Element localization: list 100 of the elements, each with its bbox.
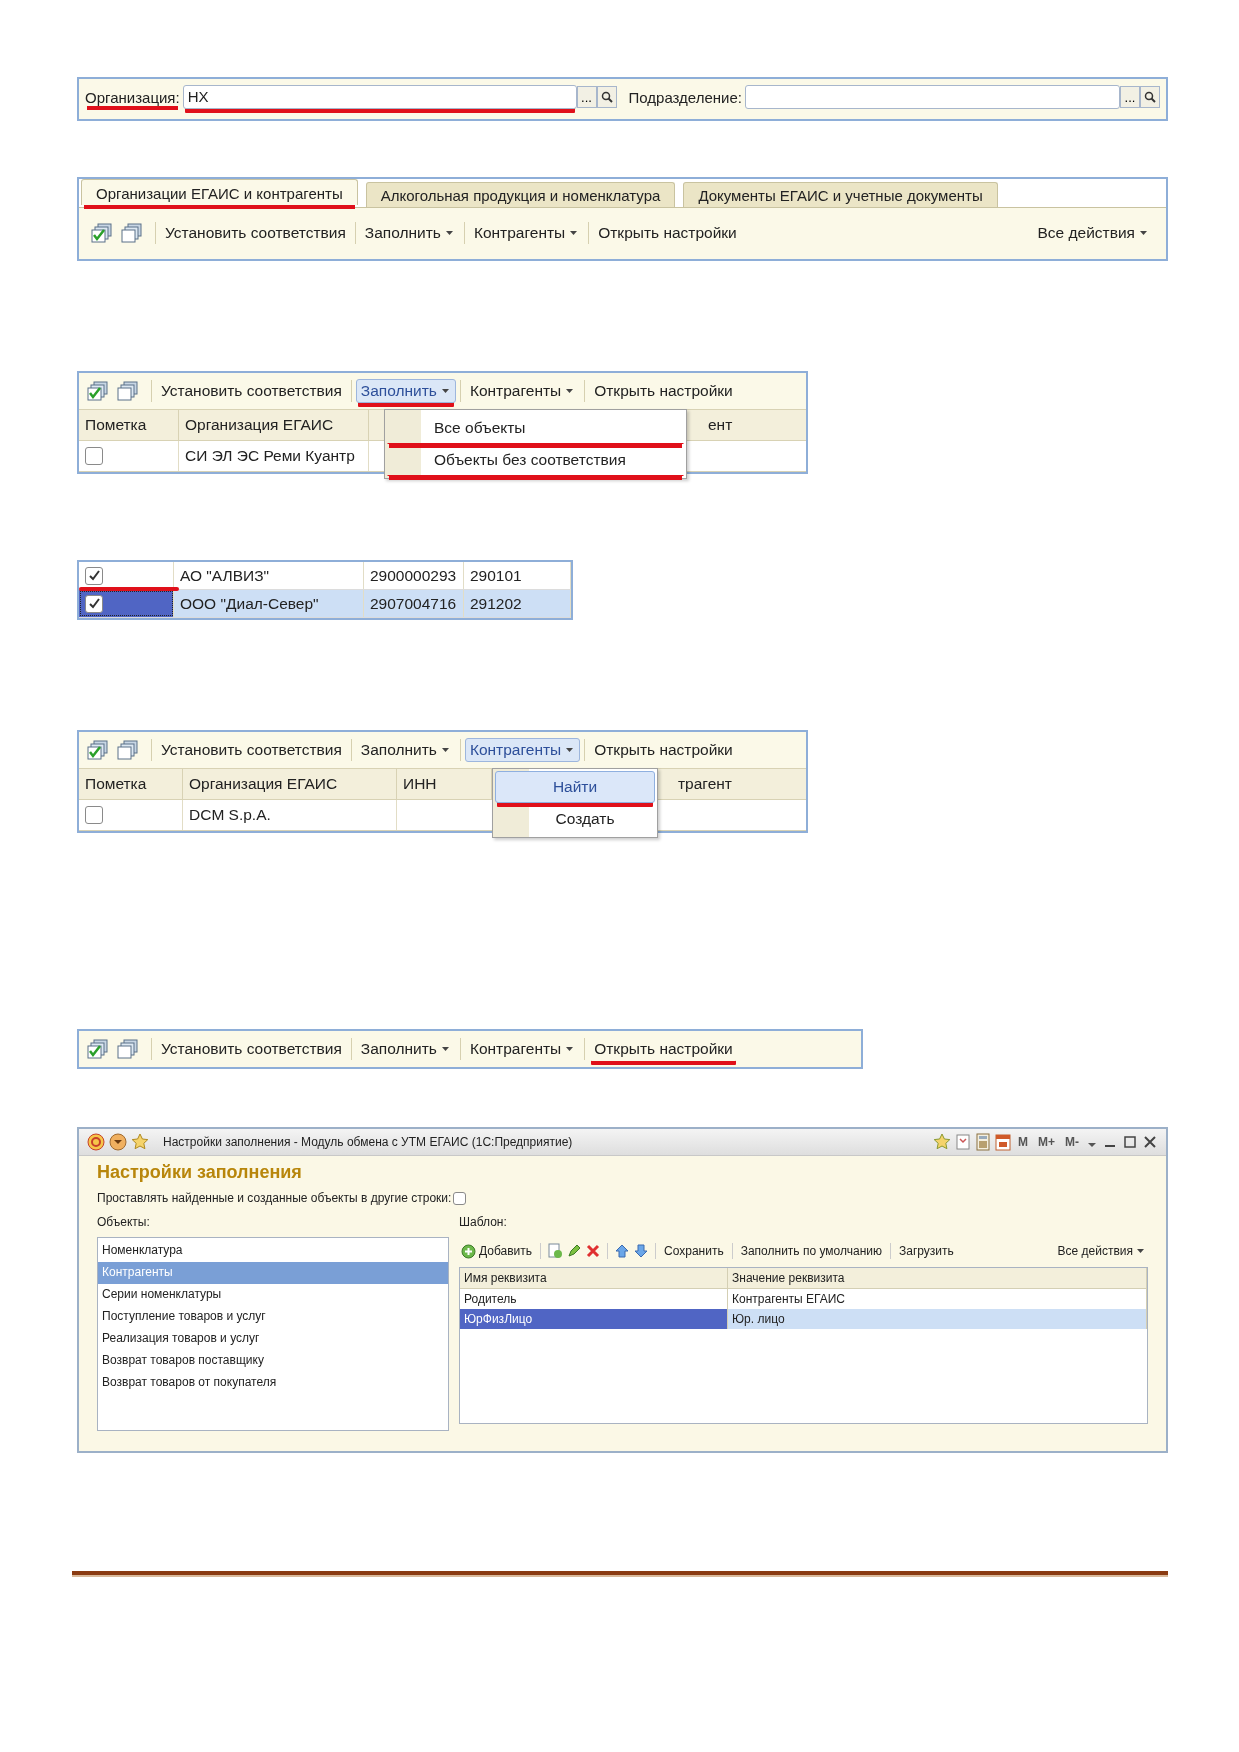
checkmark-stack-icon[interactable]	[87, 381, 109, 401]
column-header[interactable]: Организация ЕГАИС	[183, 769, 397, 799]
toolbar-button[interactable]: Заполнить	[355, 738, 456, 762]
column-header[interactable]: Значение реквизита	[728, 1268, 1147, 1288]
copy-stack-icon[interactable]	[117, 381, 139, 401]
caret-icon	[569, 229, 580, 237]
search-icon	[1144, 91, 1156, 103]
app-logo-icon[interactable]	[87, 1133, 105, 1151]
calendar-icon[interactable]	[995, 1133, 1011, 1151]
list-item[interactable]: Номенклатура	[98, 1240, 448, 1262]
calculator-icon[interactable]	[975, 1133, 991, 1151]
bookmark-icon[interactable]	[955, 1133, 971, 1151]
search-button[interactable]	[596, 86, 617, 108]
column-header[interactable]: Пометка	[79, 769, 183, 799]
table-row[interactable]: ООО "Диал-Север" 2907004716 291202	[79, 590, 571, 618]
column-header[interactable]: Имя реквизита	[460, 1268, 728, 1288]
checkbox[interactable]	[85, 566, 103, 585]
all-actions-button[interactable]: Все действия	[1055, 1244, 1148, 1258]
copy-stack-icon[interactable]	[117, 1039, 139, 1059]
toolbar-button[interactable]: Сохранить	[662, 1244, 726, 1258]
checkbox[interactable]	[85, 594, 103, 613]
toolbar-button[interactable]: Загрузить	[896, 1244, 956, 1258]
list-item[interactable]: Возврат товаров от покупателя	[98, 1372, 448, 1394]
table-cell: DCM S.p.A.	[183, 800, 397, 830]
delete-icon[interactable]	[585, 1243, 602, 1259]
table-cell: 2900000293	[364, 562, 464, 589]
down-arrow-icon[interactable]	[633, 1243, 650, 1259]
checkbox[interactable]	[453, 1191, 467, 1205]
table-cell: 290101	[464, 562, 571, 589]
tab[interactable]: Алкогольная продукция и номенклатура	[365, 182, 676, 207]
up-arrow-icon[interactable]	[614, 1243, 631, 1259]
toolbar-button[interactable]: Установить соответствия	[156, 738, 347, 762]
toolbar-button[interactable]: Контрагенты	[464, 1037, 581, 1061]
toolbar-button[interactable]: Установить соответствия	[156, 379, 347, 403]
memory-button[interactable]: M	[1018, 1135, 1028, 1149]
toolbar-button[interactable]: Открыть настройки	[589, 738, 738, 762]
add-button[interactable]: Добавить	[459, 1243, 535, 1259]
checkmark-stack-icon[interactable]	[91, 223, 113, 243]
section-label: Объекты:	[97, 1215, 151, 1229]
caret-icon	[565, 1045, 576, 1053]
table-cell: СИ ЭЛ ЭС Реми Куантр	[179, 441, 369, 471]
pencil-icon[interactable]	[566, 1243, 583, 1259]
search-button[interactable]	[1140, 86, 1160, 108]
memory-button[interactable]: M-	[1065, 1135, 1079, 1149]
toolbar-button[interactable]: Заполнить	[359, 221, 460, 245]
window-title: Настройки заполнения - Модуль обмена с УТМ ЕГАИС (1С:Предприятие)	[163, 1135, 573, 1149]
toolbar-button[interactable]: Открыть настройки	[593, 221, 742, 245]
copy-icon[interactable]	[547, 1243, 564, 1259]
column-header[interactable]: трагент	[672, 769, 806, 799]
toolbar-button[interactable]: Заполнить по умолчанию	[738, 1244, 884, 1258]
list-item[interactable]: Реализация товаров и услуг	[98, 1328, 448, 1350]
dropdown-icon[interactable]	[109, 1133, 127, 1151]
memory-button[interactable]: M+	[1038, 1135, 1055, 1149]
field-label: Подразделение:	[628, 88, 742, 106]
list-item[interactable]: Поступление товаров и услуг	[98, 1306, 448, 1328]
caret-icon	[1136, 1247, 1146, 1255]
tab[interactable]: Документы ЕГАИС и учетные документы	[683, 182, 998, 207]
input-field[interactable]	[745, 85, 1120, 109]
column-header[interactable]: Пометка	[79, 410, 179, 440]
all-actions-button[interactable]: Все действия	[1032, 221, 1154, 245]
column-header[interactable]: Организация ЕГАИС	[179, 410, 369, 440]
table-cell: Юр. лицо	[728, 1309, 1147, 1329]
option-label: Проставлять найденные и созданные объекты в другие строки:	[97, 1191, 452, 1205]
caret-icon	[1139, 229, 1149, 237]
caret-icon	[440, 387, 451, 395]
toolbar-button[interactable]: Установить соответствия	[160, 221, 351, 245]
toolbar-button[interactable]: Открыть настройки	[589, 379, 738, 403]
form-heading: Настройки заполнения	[97, 1162, 303, 1183]
caret-icon	[440, 1045, 451, 1053]
menu-item[interactable]: Создать	[495, 803, 655, 835]
checkbox[interactable]	[85, 806, 103, 824]
star-icon[interactable]	[131, 1133, 149, 1151]
toolbar-button[interactable]: Контрагенты	[468, 221, 585, 245]
copy-stack-icon[interactable]	[121, 223, 143, 243]
checkbox[interactable]	[85, 447, 103, 465]
table-cell: 2907004716	[364, 590, 464, 617]
toolbar-button[interactable]: Контрагенты	[464, 738, 581, 762]
list-item[interactable]: Возврат товаров поставщику	[98, 1350, 448, 1372]
caret-icon	[444, 229, 455, 237]
section-label: Шаблон:	[459, 1215, 508, 1229]
star-icon[interactable]	[933, 1133, 951, 1151]
choice-button[interactable]: ...	[576, 86, 597, 108]
table-row[interactable]: ЮрФизЛицо Юр. лицо	[460, 1309, 1147, 1329]
column-header[interactable]: ент	[702, 410, 806, 440]
choice-button[interactable]: ...	[1120, 86, 1140, 108]
toolbar-button[interactable]: Заполнить	[355, 1037, 456, 1061]
checkmark-stack-icon[interactable]	[87, 740, 109, 760]
table-cell: ЮрФизЛицо	[460, 1309, 728, 1329]
toolbar-button[interactable]: Установить соответствия	[156, 1037, 347, 1061]
caret-icon	[565, 387, 576, 395]
checkmark-stack-icon[interactable]	[87, 1039, 109, 1059]
plus-icon	[461, 1243, 476, 1259]
toolbar-button[interactable]: Контрагенты	[464, 379, 581, 403]
search-icon	[600, 91, 613, 103]
maximize-icon[interactable]	[1122, 1133, 1138, 1151]
table-cell: 291202	[464, 590, 571, 617]
copy-stack-icon[interactable]	[117, 740, 139, 760]
caret-icon	[565, 746, 576, 754]
list-item[interactable]: Серии номенклатуры	[98, 1284, 448, 1306]
caret-icon	[440, 746, 451, 754]
